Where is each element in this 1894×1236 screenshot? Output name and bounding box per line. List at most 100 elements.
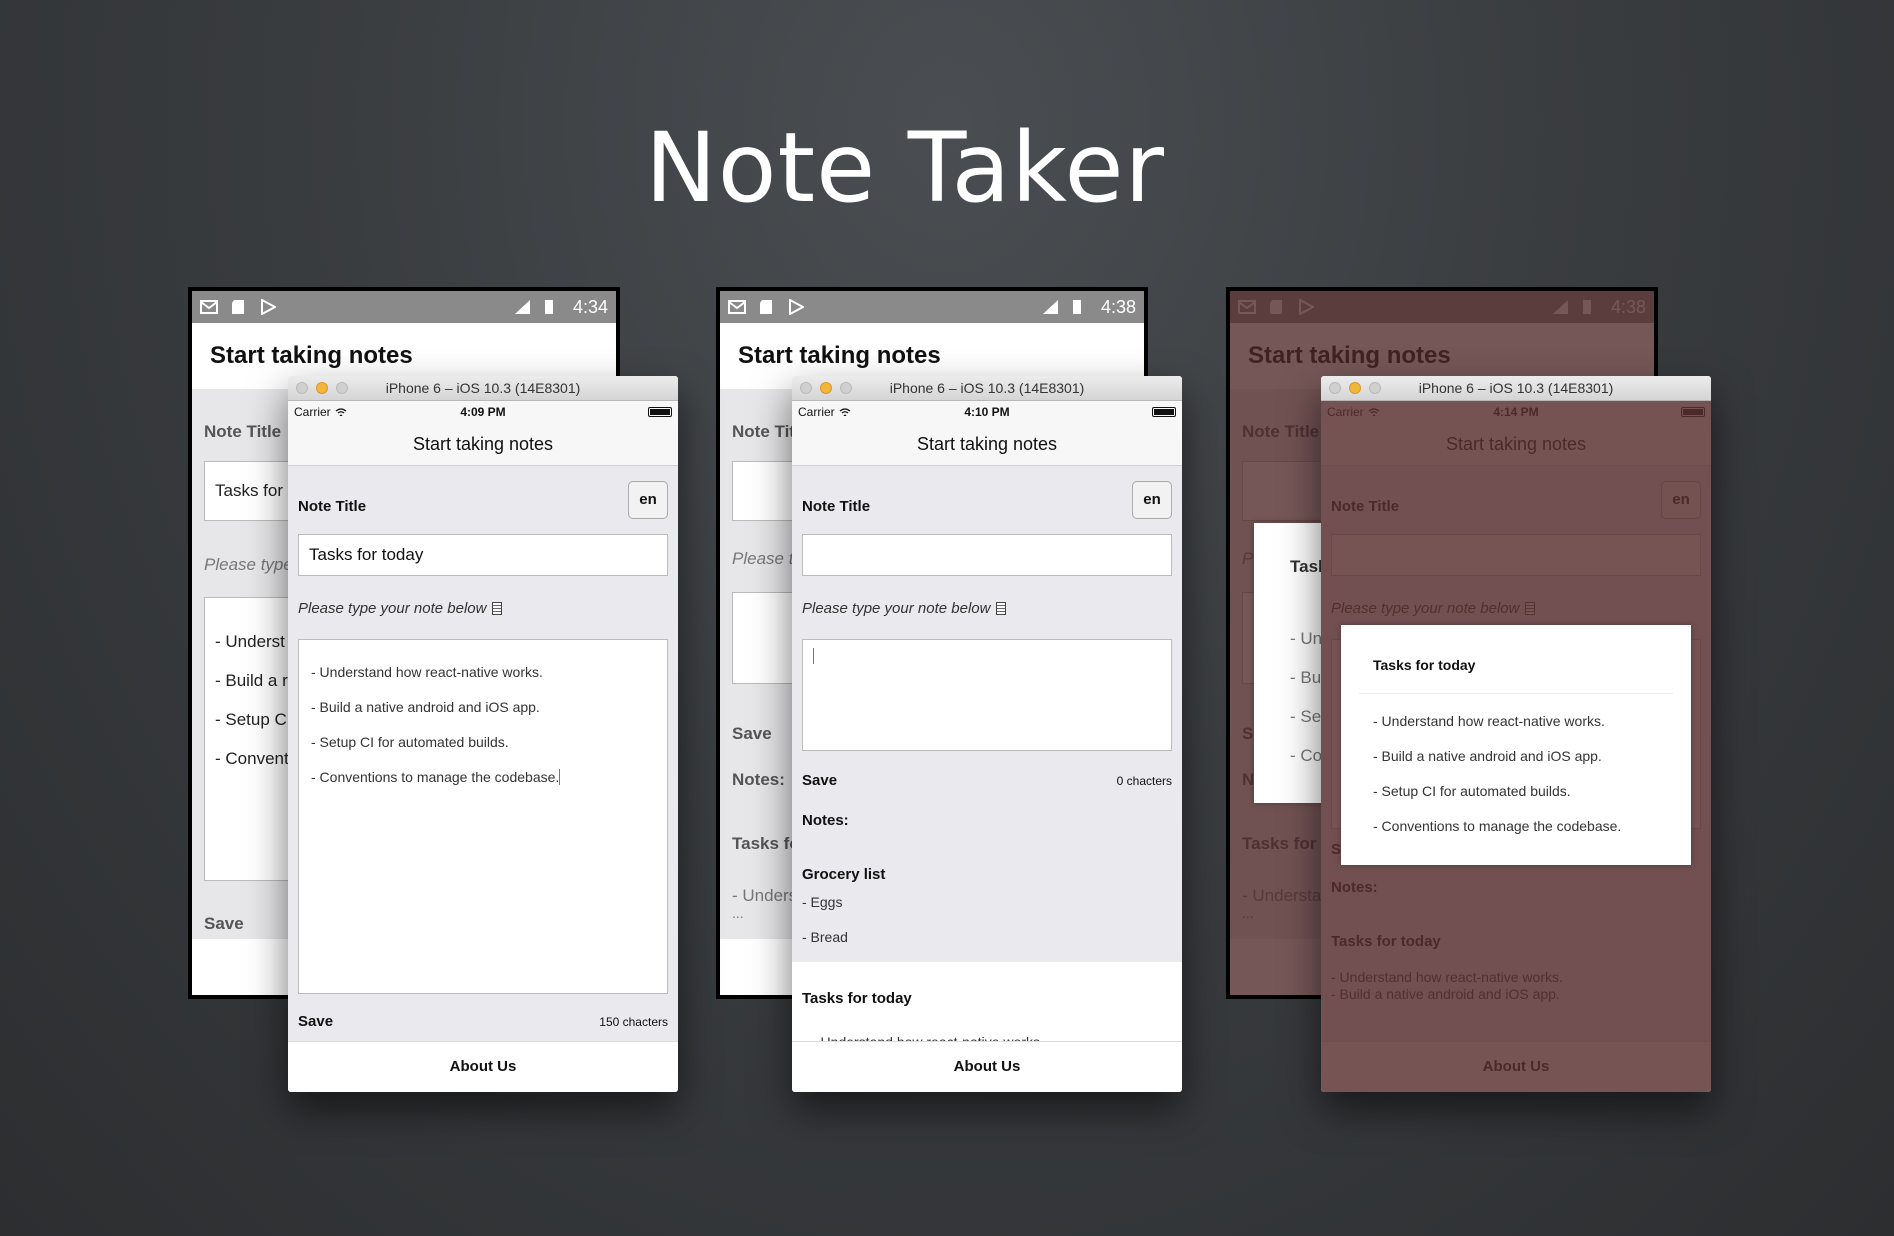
- gmail-icon: [1238, 299, 1256, 315]
- android-status-bar: 4:38: [1230, 291, 1654, 323]
- note-line: - Conventions to manage the codebase.: [311, 769, 561, 785]
- ios-time: 4:10 PM: [964, 405, 1010, 419]
- close-window-button[interactable]: [296, 382, 308, 394]
- ios-time: 4:14 PM: [1493, 405, 1539, 419]
- note-body-input[interactable]: [802, 639, 1172, 751]
- note-icon: [492, 602, 503, 615]
- battery-icon: [1071, 299, 1089, 315]
- about-us-tab[interactable]: About Us: [288, 1041, 678, 1092]
- page-title: Note Taker: [644, 112, 1166, 224]
- zoom-window-button[interactable]: [840, 382, 852, 394]
- save-button[interactable]: S: [1242, 724, 1253, 744]
- note-item-title[interactable]: Grocery list: [802, 866, 885, 883]
- note-item-title[interactable]: Tasks for t: [1242, 834, 1327, 854]
- simulator-titlebar: iPhone 6 – iOS 10.3 (14E8301): [288, 376, 678, 401]
- note-body-input[interactable]: - Understand how react-native works. - B…: [298, 639, 668, 994]
- modal-line: - Setup CI for automated builds.: [1373, 783, 1571, 799]
- android-status-bar: 4:38: [720, 291, 1144, 323]
- note-prompt: Please type: [204, 555, 293, 574]
- note-item[interactable]: Tasks for today - Understand how react-n…: [792, 962, 1182, 1042]
- close-window-button[interactable]: [1329, 382, 1341, 394]
- modal-header: Tasks for today: [1359, 643, 1673, 694]
- note-item-line: - Understand how react-native works.: [1331, 969, 1563, 985]
- minimize-window-button[interactable]: [820, 382, 832, 394]
- battery-icon: [1681, 407, 1705, 417]
- note-title-value: Tasks for: [215, 481, 284, 500]
- note-icon: [996, 602, 1007, 615]
- modal-line: - Build a native android and iOS app.: [1373, 748, 1602, 764]
- language-button[interactable]: en: [1132, 481, 1172, 519]
- note-prompt: Please type your note below: [298, 600, 503, 617]
- note-line: - Underst: [215, 632, 285, 651]
- android-time: 4:38: [1610, 296, 1646, 317]
- modal-line: - Conventions to manage the codebase.: [1373, 818, 1622, 834]
- simulator-title: iPhone 6 – iOS 10.3 (14E8301): [1418, 380, 1614, 396]
- note-item-line: - Build a native android and iOS app.: [1331, 986, 1560, 1002]
- android-status-bar: 4:34: [192, 291, 616, 323]
- battery-icon: [648, 407, 672, 417]
- save-button[interactable]: Save: [802, 772, 837, 789]
- play-store-icon: [788, 298, 806, 316]
- note-title-input[interactable]: Tasks for today: [298, 534, 668, 576]
- note-prompt: P: [1242, 549, 1254, 568]
- nav-title: Start taking notes: [792, 423, 1182, 466]
- zoom-window-button[interactable]: [336, 382, 348, 394]
- simulator-title: iPhone 6 – iOS 10.3 (14E8301): [889, 380, 1085, 396]
- minimize-window-button[interactable]: [1349, 382, 1361, 394]
- gmail-icon: [728, 299, 746, 315]
- note-title-input[interactable]: [1331, 534, 1701, 576]
- ios-time: 4:09 PM: [460, 405, 506, 419]
- save-button[interactable]: Save: [298, 1013, 333, 1030]
- language-button[interactable]: en: [1661, 481, 1701, 519]
- language-button[interactable]: en: [628, 481, 668, 519]
- simulator-titlebar: iPhone 6 – iOS 10.3 (14E8301): [792, 376, 1182, 401]
- note-item-line: - Eggs: [802, 894, 843, 910]
- note-modal: Tasks for today - Understand how react-n…: [1341, 625, 1691, 865]
- simulator-title: iPhone 6 – iOS 10.3 (14E8301): [385, 380, 581, 396]
- minimize-window-button[interactable]: [316, 382, 328, 394]
- close-window-button[interactable]: [800, 382, 812, 394]
- about-us-tab[interactable]: About Us: [1321, 1041, 1711, 1092]
- save-button[interactable]: Save: [204, 914, 244, 934]
- note-line: - Setup CI: [215, 710, 292, 729]
- note-title-input[interactable]: [802, 534, 1172, 576]
- about-us-tab[interactable]: About Us: [792, 1041, 1182, 1092]
- sd-card-icon: [230, 299, 248, 315]
- note-line: - Setup CI for automated builds.: [311, 734, 509, 750]
- note-item-title[interactable]: Tasks fo: [732, 834, 800, 854]
- ios-simulator-2: iPhone 6 – iOS 10.3 (14E8301) Carrier 4:…: [792, 376, 1182, 1092]
- ios-status-bar: Carrier 4:09 PM: [288, 401, 678, 423]
- sd-card-icon: [758, 299, 776, 315]
- battery-icon: [1152, 407, 1176, 417]
- text-caret: [559, 769, 561, 785]
- note-item-line: - Understa: [1242, 886, 1322, 905]
- modal-line: - Un: [1290, 629, 1323, 648]
- character-count: 150 chacters: [599, 1015, 668, 1029]
- note-item-line: - Unders: [732, 886, 798, 905]
- lte-signal-icon: [1041, 299, 1059, 315]
- note-title-label: Note Tit: [732, 422, 795, 441]
- lte-signal-icon: [513, 299, 531, 315]
- android-time: 4:34: [572, 296, 608, 317]
- ios-status-bar: Carrier 4:10 PM: [792, 401, 1182, 423]
- ios-status-bar: Carrier 4:14 PM: [1321, 401, 1711, 423]
- note-title-label: Note Title: [204, 422, 282, 441]
- save-button[interactable]: Save: [732, 724, 772, 744]
- gmail-icon: [200, 299, 218, 315]
- note-title-label: Note Title: [1242, 422, 1320, 441]
- note-item-line: - Bread: [802, 929, 848, 945]
- nav-title: Start taking notes: [1321, 423, 1711, 466]
- notes-heading: N: [1242, 770, 1255, 789]
- note-item-title[interactable]: Tasks for today: [1331, 933, 1441, 950]
- zoom-window-button[interactable]: [1369, 382, 1381, 394]
- note-item-ellipsis: ...: [1242, 905, 1254, 921]
- notes-heading: Notes:: [802, 812, 849, 829]
- modal-line: - Co: [1290, 746, 1323, 765]
- battery-icon: [1581, 299, 1599, 315]
- notes-heading: Notes:: [1331, 879, 1378, 896]
- sd-card-icon: [1268, 299, 1286, 315]
- note-line: - Build a r: [215, 671, 288, 690]
- note-prompt: Please type your note below: [802, 600, 1007, 617]
- note-item-ellipsis: ...: [732, 905, 744, 921]
- android-time: 4:38: [1100, 296, 1136, 317]
